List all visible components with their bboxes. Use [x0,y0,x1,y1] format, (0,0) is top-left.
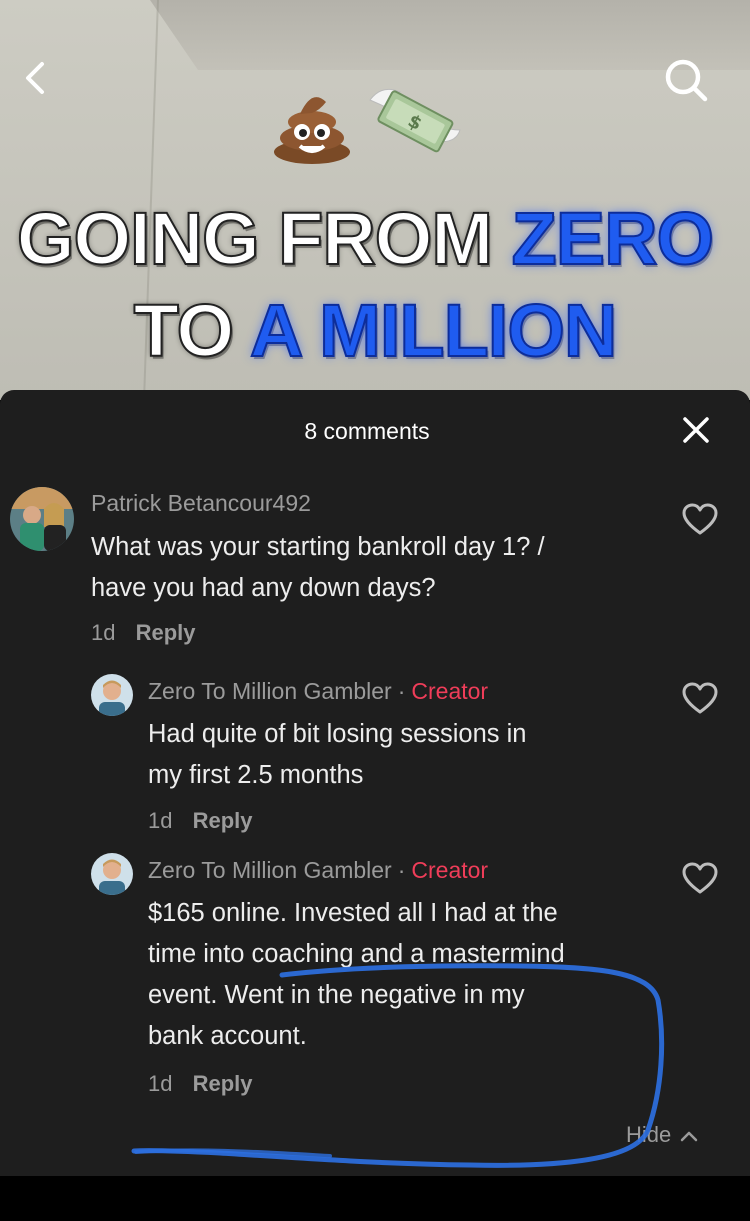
heart-icon[interactable] [681,681,719,715]
creator-badge: Creator [411,678,489,704]
avatar[interactable] [10,487,74,551]
comment-meta: 1d Reply [148,808,253,834]
comment-age: 1d [148,1071,173,1096]
comment-age: 1d [91,620,116,645]
creator-badge: Creator [411,857,489,883]
comment-text: $165 online. Invested all I had at the t… [148,893,565,1057]
headline-line-1: GOING FROM ZERO [0,201,740,277]
author-name[interactable]: Zero To Million Gambler [148,678,392,704]
headline-blue-1: ZERO [511,197,716,280]
separator-dot: · [397,678,406,704]
headline-white-2: TO [133,289,235,372]
hide-replies-button[interactable]: Hide [626,1122,699,1148]
poop-emoji-icon [274,97,350,164]
comment-author[interactable]: Zero To Million Gambler · Creator [148,857,488,884]
comment-text-line: Had quite of bit losing sessions in [148,720,527,748]
comments-count-title: 8 comments [304,418,430,444]
reply-button[interactable]: Reply [136,620,196,645]
emoji-row: $ [274,88,461,164]
comment-text: What was your starting bankroll day 1? /… [91,527,545,609]
headline-line-2: TO A MILLION [0,293,750,369]
comment-text-line: What was your starting bankroll day 1? / [91,533,545,561]
bottom-bar [0,1176,750,1221]
comment-text-line: time into coaching and a mastermind [148,940,565,968]
author-name[interactable]: Zero To Million Gambler [148,857,392,883]
chevron-left-icon[interactable] [18,58,58,98]
comment-author[interactable]: Patrick Betancour492 [91,490,311,517]
close-icon[interactable] [680,414,712,446]
hide-label: Hide [626,1122,672,1147]
headline-blue-2: A MILLION [249,289,618,372]
reply-button[interactable]: Reply [193,808,253,833]
comment-author[interactable]: Zero To Million Gambler · Creator [148,678,488,705]
ceiling-background [150,0,750,70]
comment-text-line: bank account. [148,1022,307,1050]
comment-text-line: my first 2.5 months [148,761,364,789]
comment-text-line: $165 online. Invested all I had at the [148,899,558,927]
heart-icon[interactable] [681,502,719,536]
comment-age: 1d [148,808,173,833]
author-name[interactable]: Patrick Betancour492 [91,490,311,516]
avatar[interactable] [91,674,133,716]
headline-white-1: GOING FROM [16,197,494,280]
money-with-wings-icon: $ [369,88,461,153]
chevron-up-icon [681,1131,698,1142]
avatar[interactable] [91,853,133,895]
comment-text-line: event. Went in the negative in my [148,981,525,1009]
video-preview[interactable]: $ GOING FROM ZERO TO A MILLION [0,0,750,400]
comment-meta: 1d Reply [91,620,196,646]
comment-meta: 1d Reply [148,1071,253,1097]
comment-text-line: have you had any down days? [91,574,436,602]
comment-text: Had quite of bit losing sessions in my f… [148,714,526,796]
separator-dot: · [397,857,406,883]
heart-icon[interactable] [681,861,719,895]
search-icon[interactable] [662,56,710,104]
reply-button[interactable]: Reply [193,1071,253,1096]
